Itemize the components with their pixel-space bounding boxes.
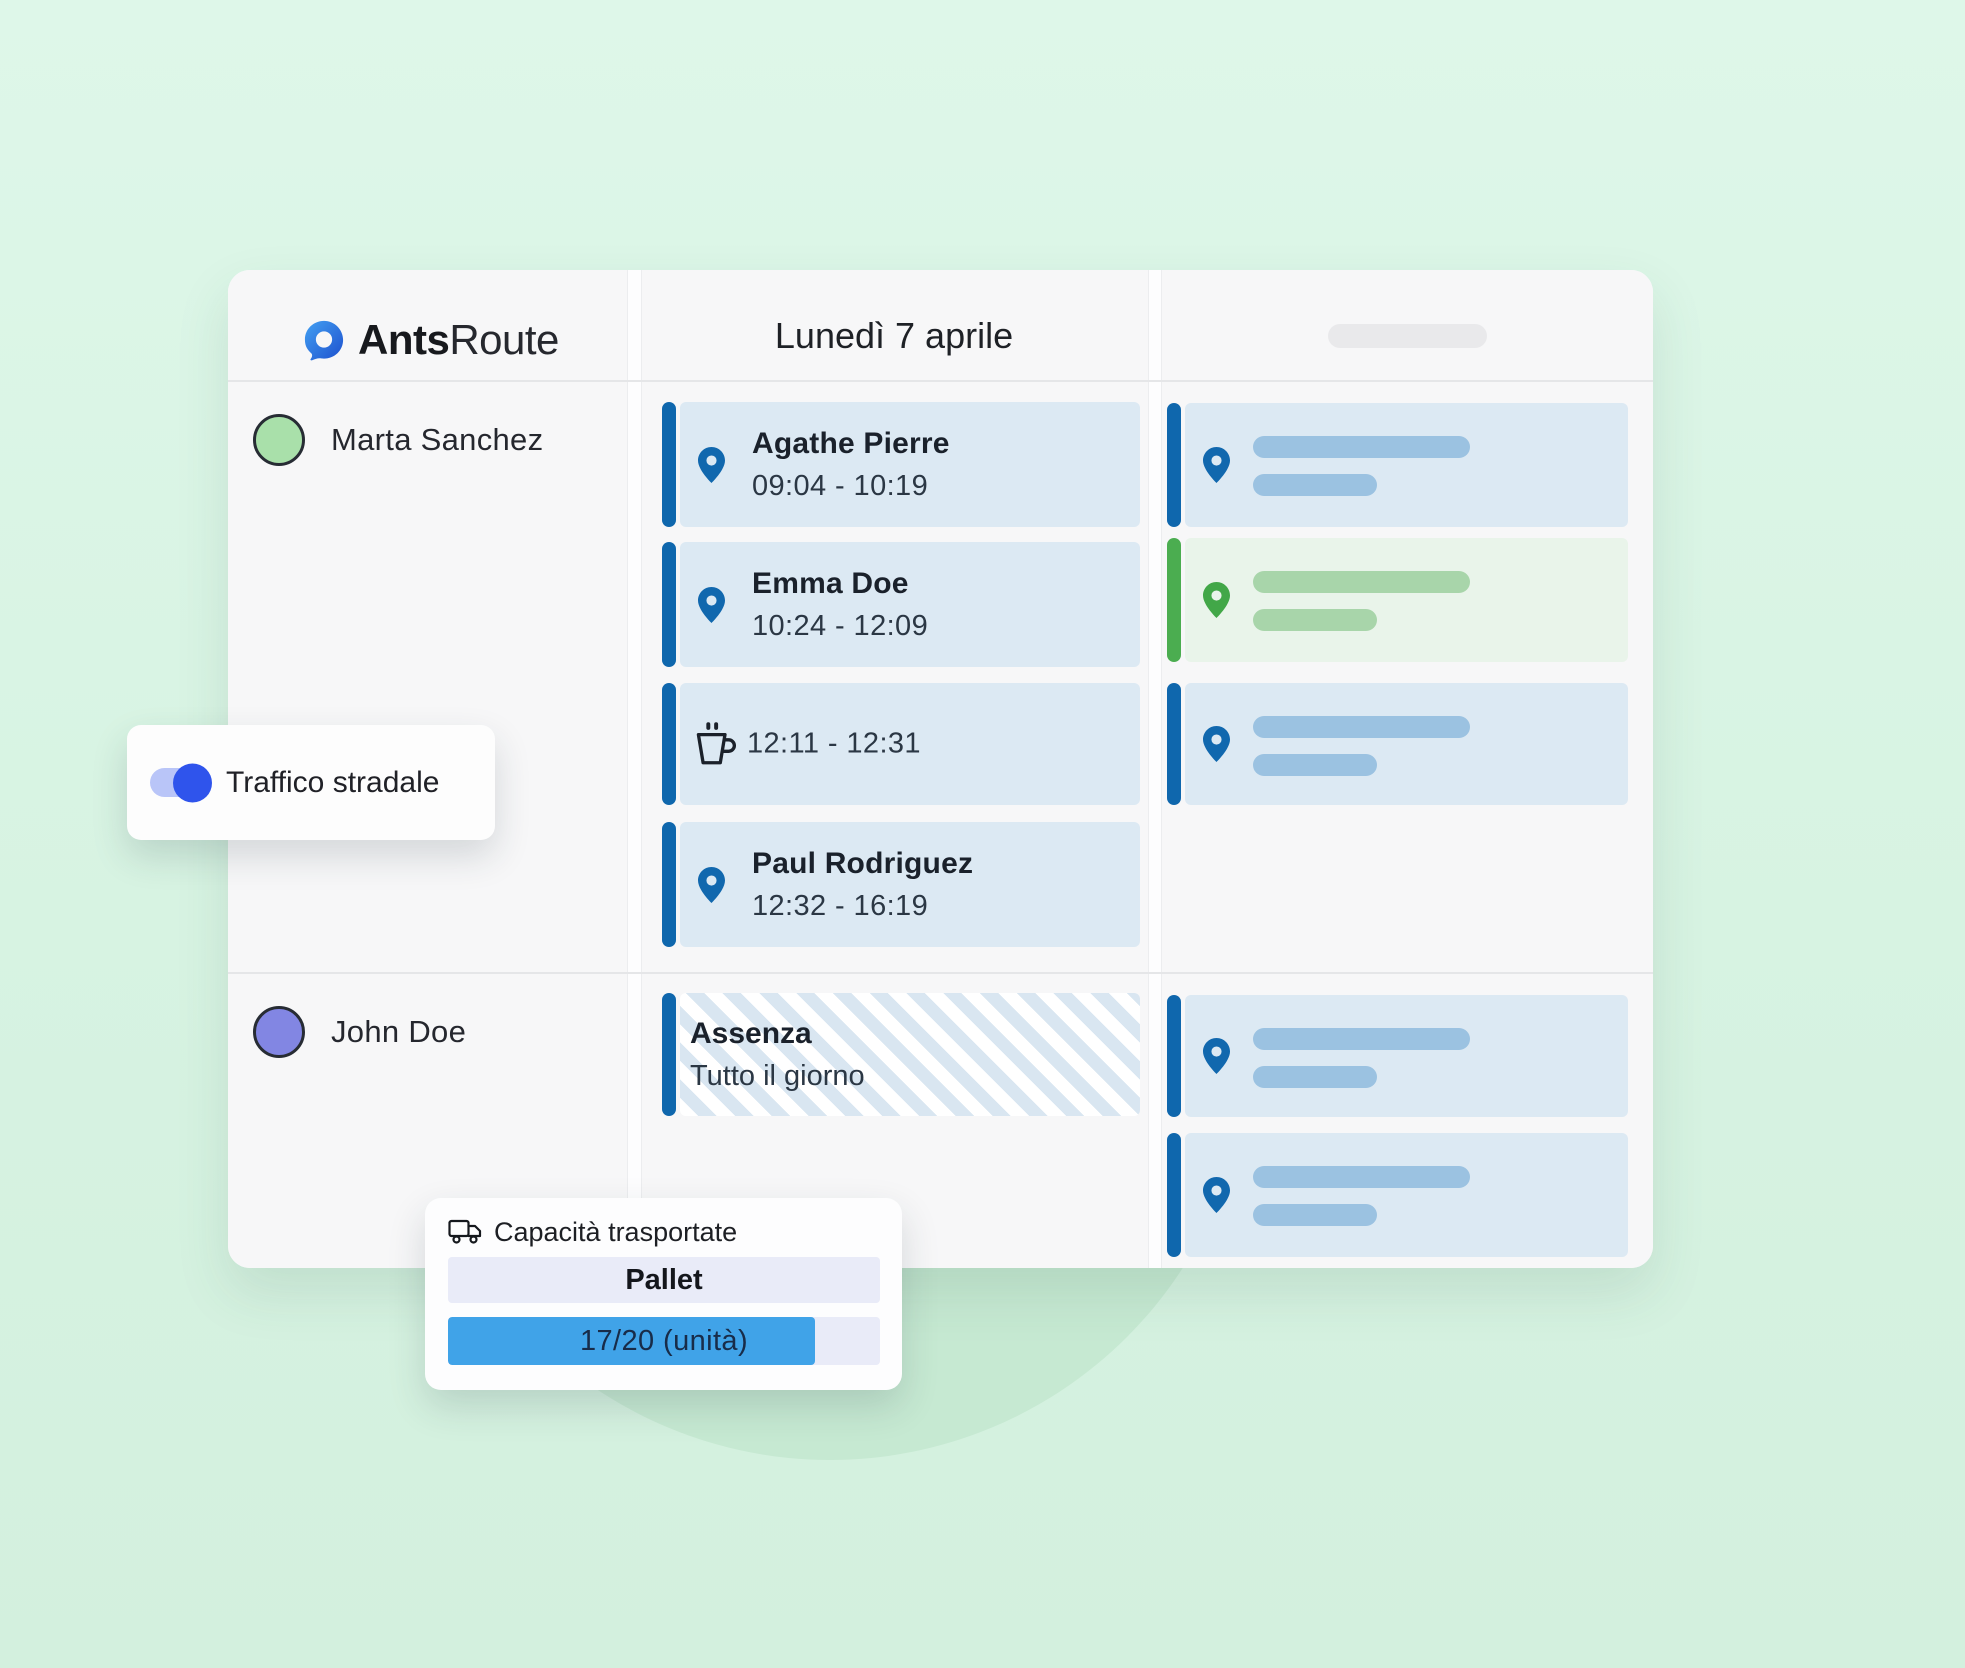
stop-title: Agathe Pierre [752,427,950,461]
page: { "brand": { "name_bold": "Ants", "name_… [0,0,1965,1668]
stop-body: Paul Rodriguez 12:32 - 16:19 [680,822,1140,947]
placeholder-stop-card[interactable] [1167,995,1628,1117]
stop-body [1185,538,1628,662]
traffic-toggle-label: Traffico stradale [226,766,439,800]
driver-name: Marta Sanchez [331,422,543,458]
absence-title: Assenza [690,1017,865,1051]
stop-body [1185,995,1628,1117]
stop-body [1185,403,1628,527]
text-placeholder-bar [1253,571,1470,593]
route-color-bar-green [1167,538,1181,662]
placeholder-stop-card[interactable] [1167,403,1628,527]
capacity-header: Capacità trasportate [448,1214,737,1250]
stop-card-emma[interactable]: Emma Doe 10:24 - 12:09 [662,542,1140,667]
route-color-bar [1167,683,1181,805]
text-placeholder-bar [1253,474,1377,496]
route-color-bar [1167,995,1181,1117]
absence-body: Assenza Tutto il giorno [680,993,1140,1116]
placeholder-stop-card[interactable] [1167,683,1628,805]
driver-row-marta: Marta Sanchez [253,414,543,466]
capacity-card: Capacità trasportate Pallet 17/20 (unità… [425,1198,902,1390]
header-placeholder-pill [1328,324,1487,348]
text-placeholder-bar [1253,609,1377,631]
stop-title: Emma Doe [752,567,928,601]
route-color-bar [662,683,676,805]
stop-body: Agathe Pierre 09:04 - 10:19 [680,402,1140,527]
location-pin-icon [1203,1038,1230,1074]
absence-subtitle: Tutto il giorno [690,1060,865,1093]
location-pin-icon [1203,582,1230,618]
brand-name-light: Route [449,316,559,363]
stop-body [1185,683,1628,805]
route-color-bar [1167,1133,1181,1257]
coffee-cup-icon [690,719,736,769]
route-color-bar [662,402,676,527]
stop-time: 10:24 - 12:09 [752,610,928,643]
text-placeholder-bar [1253,1166,1470,1188]
brand-logo: AntsRoute [303,316,559,364]
text-placeholder-bar [1253,1204,1377,1226]
driver-name: John Doe [331,1014,466,1050]
stop-card-paul[interactable]: Paul Rodriguez 12:32 - 16:19 [662,822,1140,947]
date-label: Lunedì 7 aprile [641,306,1147,366]
traffic-toggle-card: Traffico stradale [127,725,495,840]
capacity-progress-bar: 17/20 (unità) [448,1317,880,1365]
break-card[interactable]: 12:11 - 12:31 [662,683,1140,805]
route-color-bar [662,822,676,947]
avatar-marta [253,414,305,466]
location-pin-icon [698,587,725,623]
driver-row-john: John Doe [253,1006,466,1058]
route-color-bar [1167,403,1181,527]
stop-card-agathe[interactable]: Agathe Pierre 09:04 - 10:19 [662,402,1140,527]
brand-name: AntsRoute [358,316,559,364]
brand-name-bold: Ants [358,316,449,363]
route-color-bar [662,993,676,1116]
text-placeholder-bar [1253,754,1377,776]
text-placeholder-bar [1253,1066,1377,1088]
stop-text: Emma Doe 10:24 - 12:09 [752,567,928,643]
absence-card[interactable]: Assenza Tutto il giorno [662,993,1140,1116]
stop-text: Paul Rodriguez 12:32 - 16:19 [752,847,973,923]
location-pin-icon [698,447,725,483]
header-divider [228,380,1653,382]
capacity-progress-label: 17/20 (unità) [580,1325,748,1358]
capacity-title: Capacità trasportate [494,1217,737,1248]
break-time: 12:11 - 12:31 [747,728,921,761]
placeholder-stop-card-completed[interactable] [1167,538,1628,662]
route-color-bar [662,542,676,667]
traffic-toggle[interactable] [150,768,208,797]
stop-text: Agathe Pierre 09:04 - 10:19 [752,427,950,503]
text-placeholder-bar [1253,716,1470,738]
capacity-category: Pallet [448,1257,880,1303]
toggle-knob[interactable] [173,763,212,802]
avatar-john [253,1006,305,1058]
location-pin-icon [1203,1177,1230,1213]
text-placeholder-bar [1253,436,1470,458]
section-divider [228,972,1653,974]
stop-time: 09:04 - 10:19 [752,470,950,503]
stop-body: Emma Doe 10:24 - 12:09 [680,542,1140,667]
placeholder-stop-card[interactable] [1167,1133,1628,1257]
location-pin-icon [698,867,725,903]
location-pin-icon [1203,726,1230,762]
stop-body [1185,1133,1628,1257]
truck-icon [448,1219,482,1245]
stop-time: 12:32 - 16:19 [752,890,973,923]
location-pin-icon [1203,447,1230,483]
antsroute-drop-icon [303,319,345,361]
stop-title: Paul Rodriguez [752,847,973,881]
absence-text: Assenza Tutto il giorno [690,1017,865,1093]
stop-body: 12:11 - 12:31 [680,683,1140,805]
text-placeholder-bar [1253,1028,1470,1050]
